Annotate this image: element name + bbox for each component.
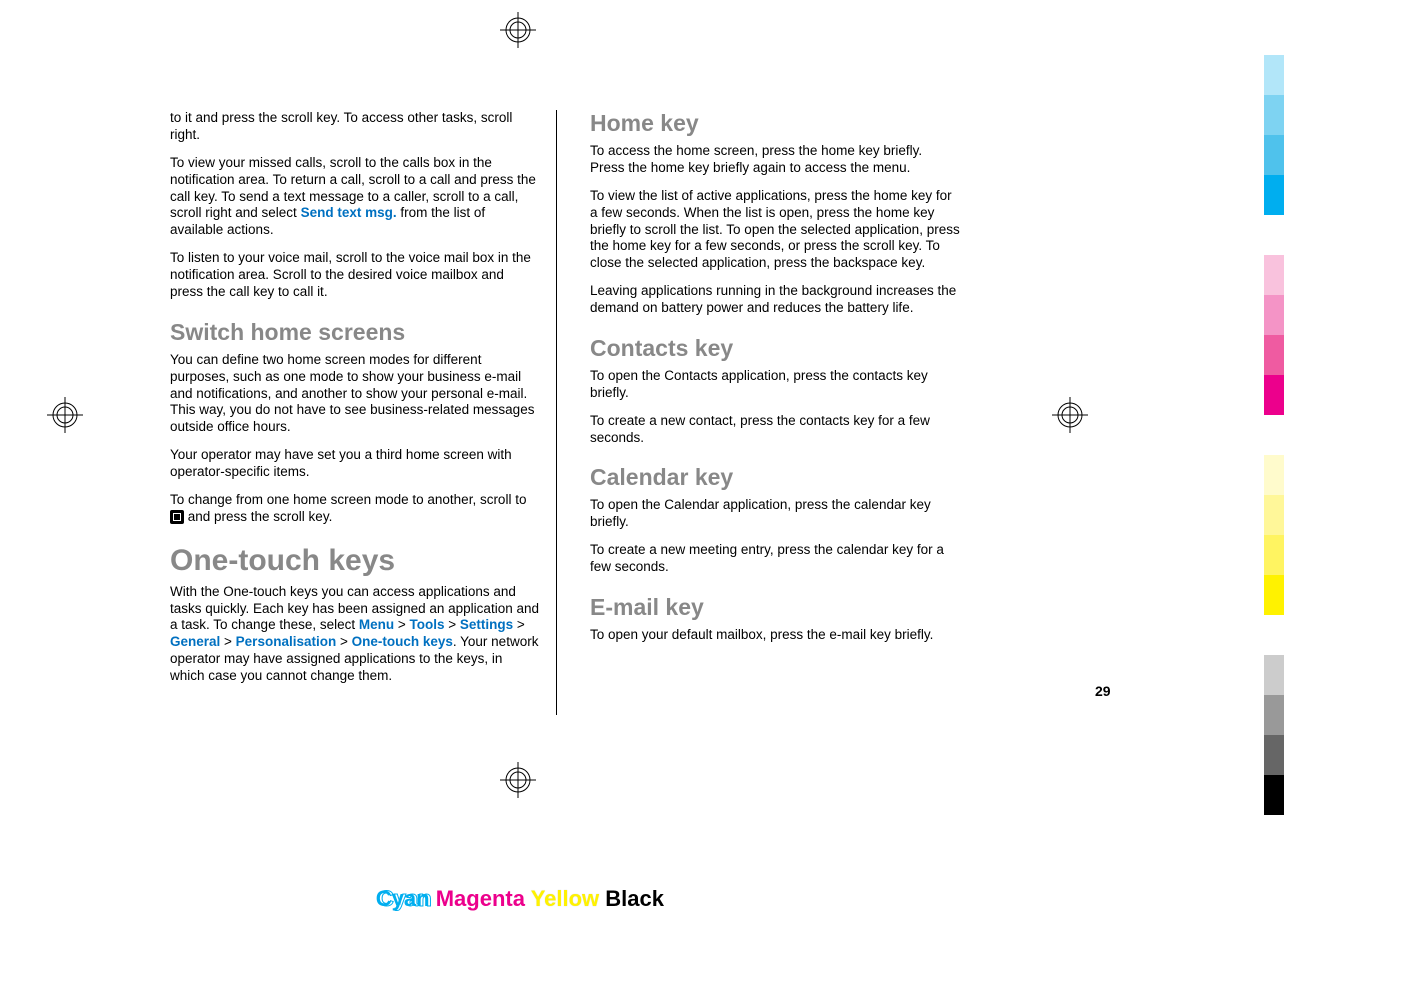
registration-mark-icon bbox=[498, 10, 538, 50]
body-text: Your operator may have set you a third h… bbox=[170, 447, 540, 481]
registration-mark-icon bbox=[45, 395, 85, 435]
body-text: to it and press the scroll key. To acces… bbox=[170, 110, 540, 144]
body-text: To open the Calendar application, press … bbox=[590, 497, 960, 531]
body-text: To view the list of active applications,… bbox=[590, 188, 960, 272]
right-column: Home key To access the home screen, pres… bbox=[590, 110, 960, 696]
link-personalisation: Personalisation bbox=[236, 634, 337, 649]
link-settings: Settings bbox=[460, 617, 513, 632]
body-text: You can define two home screen modes for… bbox=[170, 352, 540, 436]
magenta-label: Magenta bbox=[436, 886, 525, 911]
cmyk-label: CyanCyan Magenta Yellow Black bbox=[378, 886, 664, 912]
yellow-label: Yellow bbox=[531, 886, 599, 911]
link-send-text-msg: Send text msg. bbox=[301, 205, 397, 220]
body-text: To view your missed calls, scroll to the… bbox=[170, 155, 540, 239]
link-tools: Tools bbox=[410, 617, 445, 632]
heading-calendar-key: Calendar key bbox=[590, 464, 960, 491]
body-text: To change from one home screen mode to a… bbox=[170, 492, 540, 526]
cyan-label-fill: Cyan bbox=[376, 886, 430, 911]
body-text: To create a new contact, press the conta… bbox=[590, 413, 960, 447]
heading-one-touch-keys: One-touch keys bbox=[170, 544, 540, 578]
body-text: To open your default mailbox, press the … bbox=[590, 627, 960, 644]
link-general: General bbox=[170, 634, 220, 649]
link-one-touch-keys: One-touch keys bbox=[352, 634, 453, 649]
black-label: Black bbox=[605, 886, 664, 911]
body-text: Leaving applications running in the back… bbox=[590, 283, 960, 317]
body-text: To listen to your voice mail, scroll to … bbox=[170, 250, 540, 301]
mode-switch-icon bbox=[170, 510, 184, 524]
column-separator bbox=[556, 110, 557, 715]
manual-page: to it and press the scroll key. To acces… bbox=[170, 110, 1150, 696]
heading-switch-home-screens: Switch home screens bbox=[170, 319, 540, 346]
registration-mark-icon bbox=[1050, 395, 1090, 435]
body-text: With the One-touch keys you can access a… bbox=[170, 584, 540, 685]
body-text: To create a new meeting entry, press the… bbox=[590, 542, 960, 576]
heading-home-key: Home key bbox=[590, 110, 960, 137]
body-text: To access the home screen, press the hom… bbox=[590, 143, 960, 177]
color-calibration-bar bbox=[1264, 55, 1284, 815]
body-text: To open the Contacts application, press … bbox=[590, 368, 960, 402]
left-column: to it and press the scroll key. To acces… bbox=[170, 110, 540, 696]
heading-contacts-key: Contacts key bbox=[590, 335, 960, 362]
registration-mark-icon bbox=[498, 760, 538, 800]
page-number: 29 bbox=[1095, 683, 1111, 699]
link-menu: Menu bbox=[359, 617, 394, 632]
heading-email-key: E-mail key bbox=[590, 594, 960, 621]
